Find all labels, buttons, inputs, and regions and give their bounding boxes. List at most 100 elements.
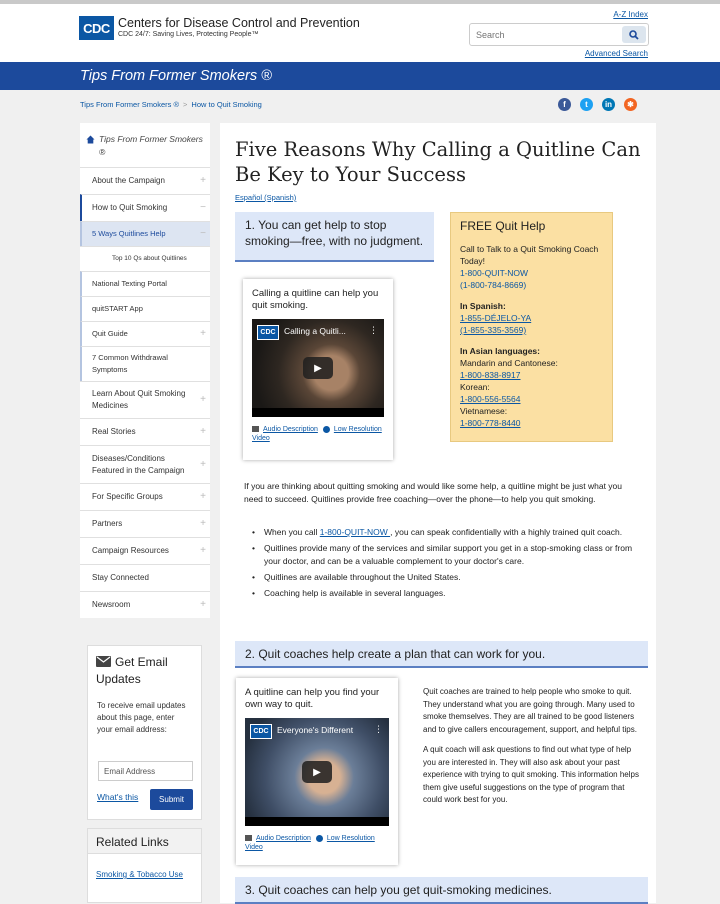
sidebar-item-5-ways[interactable]: 5 Ways Quitlines Help − — [80, 221, 210, 246]
expand-icon[interactable]: + — [200, 599, 206, 611]
related-link-smoking[interactable]: Smoking & Tobacco Use — [88, 854, 201, 896]
spanish-link[interactable]: Español (Spanish) — [235, 193, 296, 202]
quitline-link[interactable]: 1-800-QUIT-NOW — [320, 527, 390, 537]
video-links: Audio Description Low Resolution Video — [252, 425, 384, 443]
sidebar-item-real-stories[interactable]: Real Stories + — [80, 418, 210, 445]
list-item: When you call 1-800-QUIT-NOW , you can s… — [252, 526, 638, 539]
quitline-number[interactable]: 1-800-QUIT-NOW — [460, 267, 603, 279]
expand-icon[interactable]: + — [200, 328, 206, 340]
related-links-title: Related Links — [88, 829, 201, 854]
facebook-icon[interactable]: f — [558, 98, 571, 111]
sidebar-item-label: About the Campaign — [92, 176, 165, 185]
sidebar-item-label: Quit Guide — [92, 329, 128, 338]
breadcrumb-item[interactable]: Tips From Former Smokers ® — [80, 100, 179, 109]
sidebar-item-medicines[interactable]: Learn About Quit Smoking Medicines + — [80, 381, 210, 418]
vietnamese-label: Vietnamese: — [460, 406, 508, 416]
twitter-icon[interactable]: t — [580, 98, 593, 111]
syndicate-icon[interactable]: ✱ — [624, 98, 637, 111]
reason-2-paragraph-2: A quit coach will ask questions to find … — [423, 745, 639, 804]
play-icon[interactable]: ▶ — [303, 357, 333, 379]
cdc-logo-mark: CDC — [250, 724, 272, 739]
cdc-logo-mark: CDC — [79, 16, 114, 40]
low-resolution-icon — [315, 834, 323, 842]
sidebar-home[interactable]: Tips From Former Smokers ® — [80, 123, 210, 167]
collapse-icon[interactable]: − — [200, 202, 206, 214]
video-progress-bar[interactable] — [252, 408, 384, 417]
email-field[interactable]: Email Address — [98, 761, 193, 781]
play-icon[interactable]: ▶ — [302, 761, 332, 783]
collapse-icon[interactable]: − — [200, 228, 206, 240]
korean-label: Korean: — [460, 382, 490, 392]
spanish-number-digits[interactable]: (1-855-335-3569) — [460, 324, 603, 336]
expand-icon[interactable]: + — [200, 426, 206, 438]
spanish-number[interactable]: 1-855-DÉJELO-YA — [460, 312, 603, 324]
site-banner: Tips From Former Smokers ® — [0, 62, 720, 90]
sidebar-item-label: Campaign Resources — [92, 546, 169, 555]
sidebar-item-label: National Texting Portal — [92, 279, 167, 288]
cdc-logo-mark: CDC — [257, 325, 279, 340]
sidebar-item-withdrawal[interactable]: 7 Common Withdrawal Symptoms — [80, 346, 210, 381]
video-caption: Calling a quitline can help you quit smo… — [252, 288, 379, 311]
sidebar-item-quitstart[interactable]: quitSTART App — [80, 296, 210, 321]
email-signup-box: Get Email Updates To receive email updat… — [87, 645, 202, 820]
vietnamese-number[interactable]: 1-800-778-8440 — [460, 417, 603, 429]
spanish-label: In Spanish: — [460, 301, 506, 311]
submit-button[interactable]: Submit — [150, 789, 193, 810]
page-title: Five Reasons Why Calling a Quitline Can … — [235, 138, 641, 186]
expand-icon[interactable]: + — [200, 491, 206, 503]
sidebar-item-specific-groups[interactable]: For Specific Groups + — [80, 483, 210, 510]
audio-description-link[interactable]: Audio Description — [256, 835, 311, 842]
home-icon — [86, 135, 95, 144]
sidebar-item-newsroom[interactable]: Newsroom + — [80, 591, 210, 618]
expand-icon[interactable]: + — [200, 545, 206, 557]
audio-description-link[interactable]: Audio Description — [263, 426, 318, 433]
mandarin-number[interactable]: 1-800-838-8917 — [460, 369, 603, 381]
search-icon — [629, 29, 639, 40]
more-icon[interactable]: ⋮ — [374, 724, 383, 735]
banner-title[interactable]: Tips From Former Smokers ® — [80, 68, 272, 84]
search-input[interactable] — [470, 24, 620, 45]
az-index-link[interactable]: A-Z Index — [613, 10, 648, 19]
breadcrumb-item[interactable]: How to Quit Smoking — [191, 100, 261, 109]
free-quit-help-box: FREE Quit Help Call to Talk to a Quit Sm… — [450, 212, 613, 442]
reason-1-heading: 1. You can get help to stop smoking—free… — [235, 212, 434, 262]
more-icon[interactable]: ⋮ — [369, 325, 378, 336]
sidebar-item-label: Stay Connected — [92, 573, 149, 582]
video-caption: A quitline can help you find your own wa… — [245, 687, 380, 710]
linkedin-icon[interactable]: in — [602, 98, 615, 111]
expand-icon[interactable]: + — [200, 518, 206, 530]
expand-icon[interactable]: + — [200, 459, 206, 471]
video-player[interactable]: CDC Calling a Quitli... ⋮ ▶ — [252, 319, 384, 417]
sidebar-item-partners[interactable]: Partners + — [80, 510, 210, 537]
sidebar-item-how-to-quit[interactable]: How to Quit Smoking − — [80, 194, 210, 221]
quitline-number-digits[interactable]: (1-800-784-8669) — [460, 279, 603, 291]
sidebar-item-texting[interactable]: National Texting Portal — [80, 271, 210, 296]
breadcrumb: Tips From Former Smokers ® > How to Quit S… — [80, 100, 262, 109]
expand-icon[interactable]: + — [200, 175, 206, 187]
whats-this-link[interactable]: What's this — [97, 792, 138, 802]
search-button[interactable] — [622, 26, 646, 43]
intro-paragraph: If you are thinking about quitting smoki… — [244, 481, 623, 504]
sidebar-item-top-10[interactable]: Top 10 Qs about Quitlines — [80, 246, 210, 271]
email-signup-text: To receive email updates about this page… — [97, 701, 186, 734]
envelope-icon — [96, 656, 111, 667]
sidebar-item-label: 7 Common Withdrawal Symptoms — [92, 353, 168, 374]
sidebar-item-about[interactable]: About the Campaign + — [80, 167, 210, 194]
sidebar-item-stay-connected[interactable]: Stay Connected — [80, 564, 210, 591]
low-resolution-icon — [322, 425, 330, 433]
audio-description-icon — [245, 835, 252, 842]
sidebar-item-quit-guide[interactable]: Quit Guide + — [80, 321, 210, 346]
sidebar-item-campaign-resources[interactable]: Campaign Resources + — [80, 537, 210, 564]
korean-number[interactable]: 1-800-556-5564 — [460, 393, 603, 405]
org-tagline: CDC 24/7: Saving Lives, Protecting Peopl… — [118, 30, 259, 38]
video-player[interactable]: CDC Everyone's Different ⋮ ▶ — [245, 718, 389, 826]
sidebar-item-diseases[interactable]: Diseases/Conditions Featured in the Camp… — [80, 445, 210, 483]
sidebar-nav: Tips From Former Smokers ® About the Cam… — [80, 123, 210, 618]
video-progress-bar[interactable] — [245, 817, 389, 826]
reason-2-heading: 2. Quit coaches help create a plan that … — [235, 641, 648, 668]
cdc-logo[interactable]: CDC Centers for Disease Control and Prev… — [79, 16, 360, 40]
main-content: Five Reasons Why Calling a Quitline Can … — [220, 123, 656, 904]
sidebar-item-label: How to Quit Smoking — [92, 203, 168, 212]
expand-icon[interactable]: + — [200, 394, 206, 406]
advanced-search-link[interactable]: Advanced Search — [585, 49, 648, 58]
